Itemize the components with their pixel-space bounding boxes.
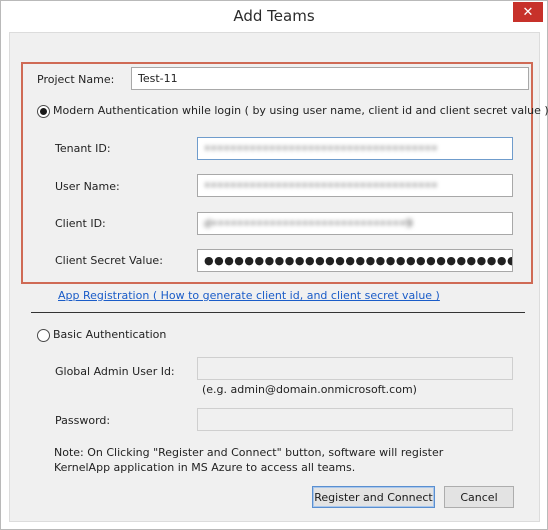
client-id-input[interactable]: d••••••••••••••••••••••••••••••9 [197,212,513,235]
admin-user-label: Global Admin User Id: [55,365,175,378]
tenant-id-label: Tenant ID: [55,142,111,155]
add-teams-dialog: Add Teams ✕ Project Name: Test-11 Modern… [0,0,548,530]
close-icon: ✕ [522,4,534,20]
cancel-button[interactable]: Cancel [444,486,514,508]
user-name-value: •••••••••••••••••••••••••••••••••••• [204,179,438,192]
registration-note: Note: On Clicking "Register and Connect"… [54,446,444,474]
dialog-body: Project Name: Test-11 Modern Authenticat… [9,32,548,522]
app-registration-link[interactable]: App Registration ( How to generate clien… [58,289,440,302]
basic-auth-label[interactable]: Basic Authentication [53,328,166,341]
basic-auth-radio[interactable] [37,329,50,342]
client-id-value: d••••••••••••••••••••••••••••••9 [204,217,413,230]
client-id-label: Client ID: [55,217,106,230]
admin-user-hint: (e.g. admin@domain.onmicrosoft.com) [202,383,417,396]
user-name-label: User Name: [55,180,120,193]
project-name-input[interactable]: Test-11 [131,67,529,90]
section-divider [31,312,525,313]
client-secret-label: Client Secret Value: [55,254,163,267]
password-input[interactable] [197,408,513,431]
user-name-input[interactable]: •••••••••••••••••••••••••••••••••••• [197,174,513,197]
admin-user-input[interactable] [197,357,513,380]
close-button[interactable]: ✕ [513,2,543,22]
tenant-id-input[interactable]: •••••••••••••••••••••••••••••••••••• [197,137,513,160]
modern-auth-label[interactable]: Modern Authentication while login ( by u… [53,104,548,117]
modern-auth-radio[interactable] [37,105,50,118]
dialog-title: Add Teams [233,7,315,25]
title-bar: Add Teams ✕ [1,1,547,32]
register-and-connect-button[interactable]: Register and Connect [312,486,435,508]
client-secret-input[interactable]: ●●●●●●●●●●●●●●●●●●●●●●●●●●●●●●●●●●●●●●●● [197,249,513,272]
password-label: Password: [55,414,111,427]
tenant-id-value: •••••••••••••••••••••••••••••••••••• [204,142,438,155]
project-name-label: Project Name: [37,73,115,86]
